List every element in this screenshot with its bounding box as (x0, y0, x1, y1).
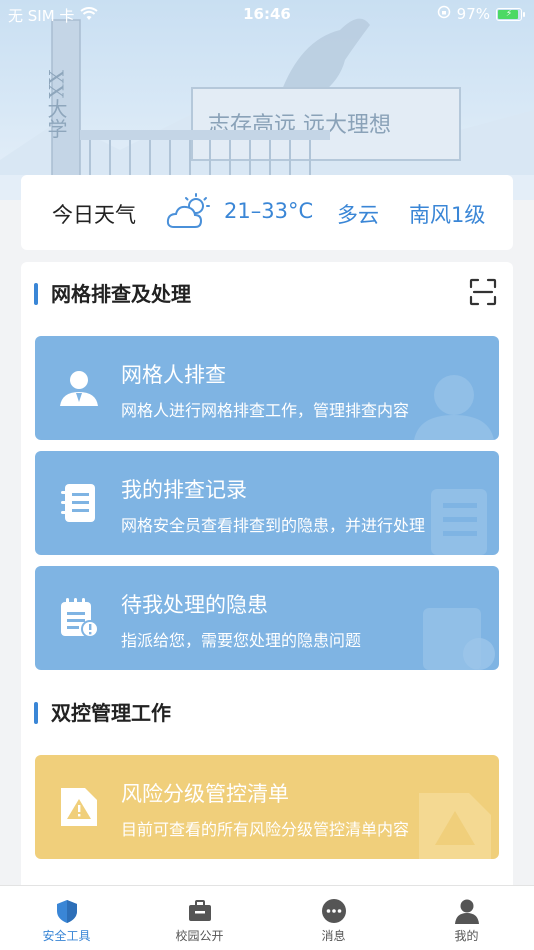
warning-document-icon (61, 788, 97, 826)
tab-safety-tools[interactable]: 安全工具 (0, 886, 133, 950)
battery-icon: ⚡ (496, 7, 525, 21)
inspector-watermark-icon (414, 375, 494, 440)
tab-label: 校园公开 (175, 929, 224, 943)
weather-title: 今日天气 (52, 203, 136, 227)
tab-campus-public[interactable]: 校园公开 (133, 886, 266, 950)
inspector-icon (60, 371, 98, 406)
tab-profile[interactable]: 我的 (400, 886, 533, 950)
card-description: 目前可查看的所有风险分级管控清单内容 (121, 820, 410, 839)
tab-label: 消息 (321, 929, 346, 943)
card-title: 我的排查记录 (121, 478, 247, 502)
record-watermark-icon (431, 489, 487, 555)
partly-cloudy-icon (166, 193, 212, 235)
card-title: 风险分级管控清单 (121, 782, 289, 806)
svg-text:XX大学: XX大学 (44, 70, 68, 138)
card-description: 网格安全员查看排查到的隐患，并进行处理 (121, 516, 426, 535)
card-description: 网格人进行网格排查工作，管理排查内容 (121, 401, 410, 420)
message-icon (322, 899, 346, 923)
card-grid-inspection[interactable]: 网格人排查 网格人进行网格排查工作，管理排查内容 (35, 336, 499, 440)
card-description: 指派给您，需要您处理的隐患问题 (121, 631, 362, 650)
hazard-watermark-icon (423, 608, 495, 670)
weather-condition: 多云 (337, 203, 379, 227)
profile-icon (455, 899, 479, 924)
tab-bar: 安全工具 校园公开 消息 我的 (0, 885, 534, 950)
hazard-notepad-icon (61, 598, 99, 638)
card-title: 网格人排查 (121, 363, 226, 387)
card-risk-list[interactable]: 风险分级管控清单 目前可查看的所有风险分级管控清单内容 (35, 755, 499, 859)
shield-icon (57, 900, 77, 923)
status-bar: 无 SIM 卡 16:46 97% ⚡ (0, 0, 534, 30)
orientation-lock-icon (437, 5, 451, 23)
main-panel: 网格排查及处理 网格人排查 网格人进行网格排查工作，管理排查内容 我的排查记录 … (21, 262, 513, 902)
charging-bolt-icon: ⚡ (505, 8, 513, 19)
scan-icon (469, 278, 497, 306)
warning-watermark-icon (419, 793, 491, 859)
weather-card: 今日天气 21–33°C 多云 南风1级 (21, 175, 513, 250)
section-title-dual-control: 双控管理工作 (34, 701, 171, 725)
status-bar-right: 97% ⚡ (437, 5, 525, 23)
card-my-records[interactable]: 我的排查记录 网格安全员查看排查到的隐患，并进行处理 (35, 451, 499, 555)
weather-temperature: 21–33°C (224, 199, 314, 223)
weather-wind: 南风1级 (409, 203, 486, 227)
battery-percent: 97% (456, 5, 490, 23)
tab-messages[interactable]: 消息 (267, 886, 400, 950)
hero-banner: 志存高远 远大理想 XX大学 (0, 0, 534, 200)
tab-label: 我的 (454, 929, 479, 943)
tab-label: 安全工具 (42, 929, 91, 943)
record-icon (61, 484, 95, 522)
section-title-grid: 网格排查及处理 (34, 282, 191, 306)
campus-illustration: 志存高远 远大理想 XX大学 (0, 18, 534, 200)
scan-button[interactable] (469, 278, 497, 306)
card-pending-hazards[interactable]: 待我处理的隐患 指派给您，需要您处理的隐患问题 (35, 566, 499, 670)
briefcase-icon (189, 900, 211, 921)
card-title: 待我处理的隐患 (121, 593, 268, 617)
